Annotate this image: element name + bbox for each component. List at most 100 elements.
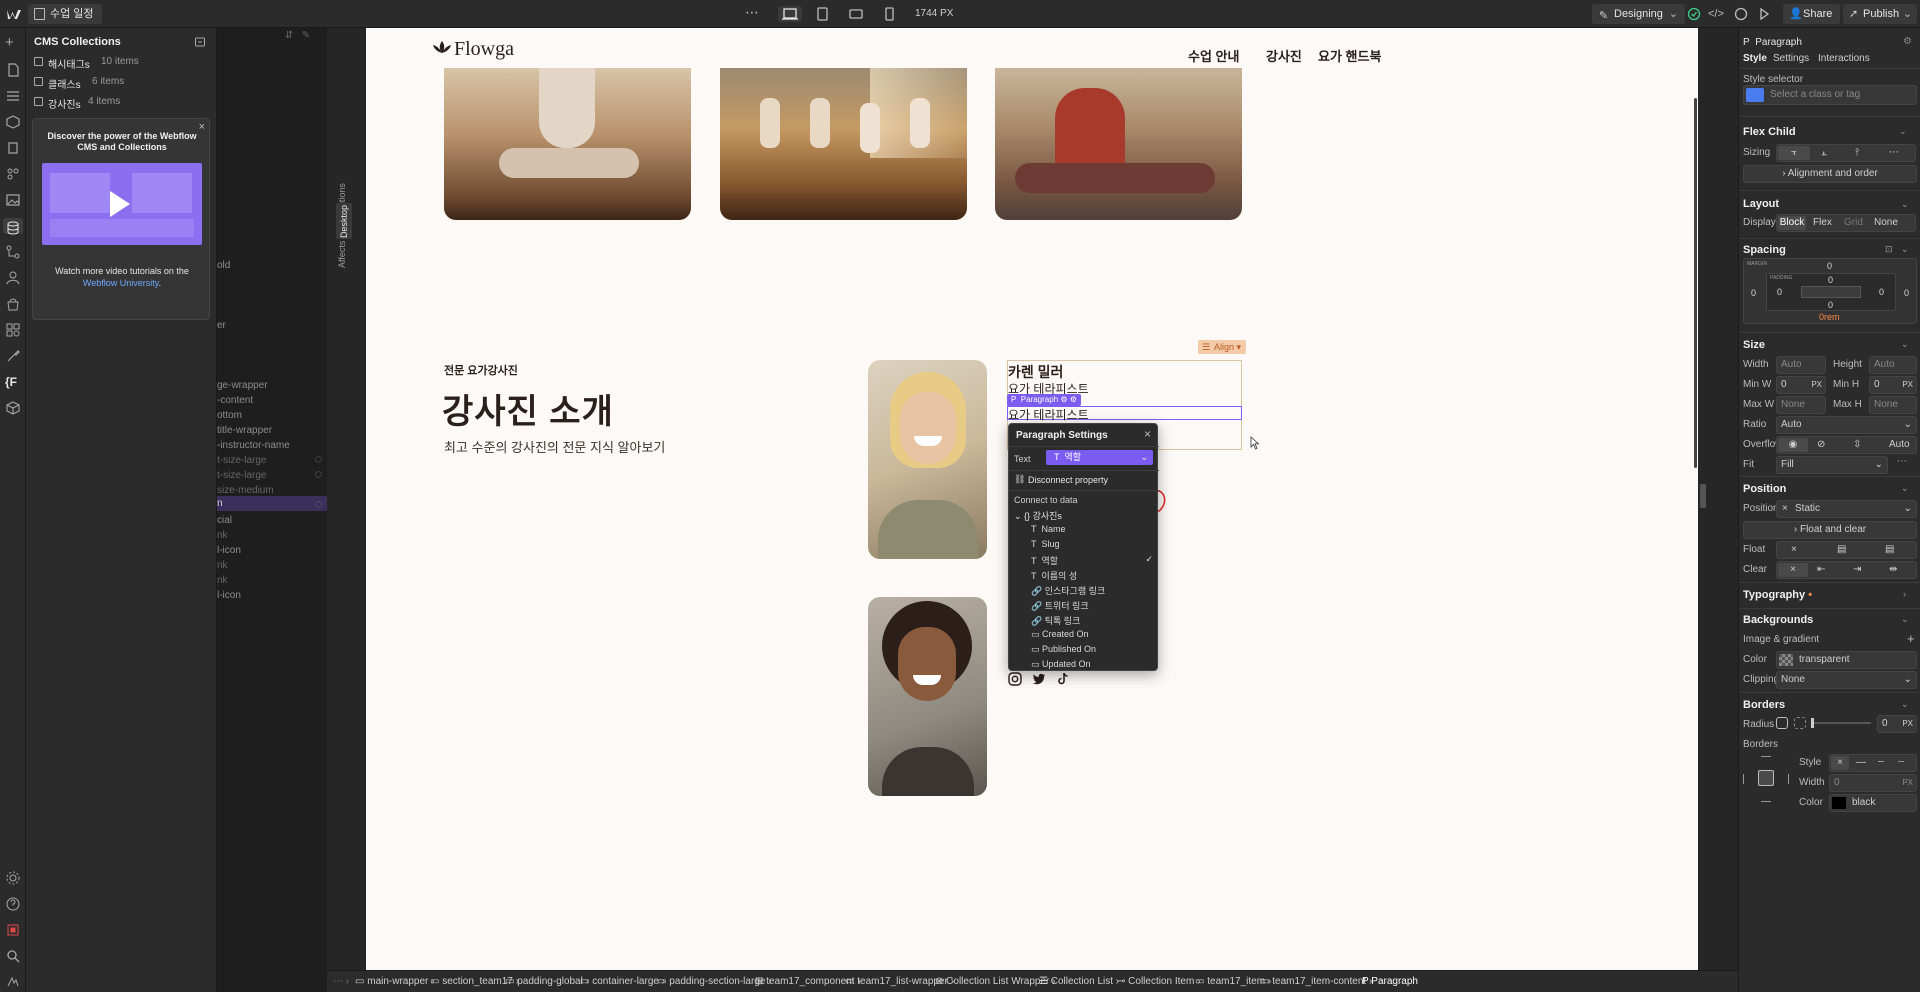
field-option[interactable]: ▭ Updated On: [1031, 659, 1091, 670]
navigator-node[interactable]: -content: [217, 395, 253, 406]
radius-slider[interactable]: [1811, 722, 1871, 724]
add-element-icon[interactable]: +: [5, 35, 21, 52]
display-flex[interactable]: Flex: [1813, 215, 1832, 231]
field-option[interactable]: 🔗 틱톡 링크: [1031, 614, 1080, 627]
field-option-selected[interactable]: T 역할 ✓: [1031, 554, 1153, 567]
site-logo[interactable]: Flowga: [454, 38, 514, 61]
position-select[interactable]: × Static ⌄: [1776, 500, 1917, 518]
border-right-icon[interactable]: [1779, 774, 1789, 784]
selected-element-tag[interactable]: P Paragraph ⚙ ⚙: [1007, 394, 1081, 406]
more-icon[interactable]: ⋯: [745, 5, 761, 22]
grow-icon[interactable]: ⫠: [1821, 145, 1827, 161]
float-segmented[interactable]: × ▤ ▤: [1776, 541, 1917, 559]
border-color-input[interactable]: black: [1829, 794, 1917, 812]
ratio-select[interactable]: Auto ⌄: [1776, 416, 1917, 434]
search-icon[interactable]: [5, 948, 21, 964]
collection-item[interactable]: 해시태그s 10 items: [26, 52, 217, 72]
padding-left[interactable]: 0: [1777, 287, 1782, 297]
navigator-node[interactable]: t-size-large: [217, 455, 266, 466]
record-icon[interactable]: [5, 922, 21, 938]
breadcrumb-item-current[interactable]: P Paragraph: [1362, 976, 1418, 987]
settings-gear-icon[interactable]: [5, 870, 21, 886]
add-icon[interactable]: +: [1907, 631, 1915, 646]
field-option[interactable]: ▭ Created On: [1031, 629, 1089, 640]
canvas-scrollbar[interactable]: [1694, 98, 1697, 468]
assets-icon[interactable]: [5, 192, 21, 208]
max-width-input[interactable]: None: [1776, 396, 1826, 414]
collection-item[interactable]: 클래스s 6 items: [26, 72, 217, 92]
class-selector-input[interactable]: Select a class or tag: [1743, 85, 1917, 105]
code-icon[interactable]: </>: [1708, 6, 1724, 22]
package-icon[interactable]: [5, 400, 21, 416]
chevron-down-icon[interactable]: ⌄: [1901, 339, 1909, 350]
spacing-link-icon[interactable]: ⊡: [1885, 244, 1893, 255]
chevron-down-icon[interactable]: ⌄: [1901, 199, 1909, 210]
breadcrumb-item[interactable]: ▭ padding-global ›: [505, 976, 589, 987]
nav-link-handbook[interactable]: 요가 핸드북: [1318, 46, 1381, 65]
field-option[interactable]: T Slug: [1031, 539, 1060, 549]
chevron-down-icon[interactable]: ⌄: [1901, 699, 1909, 710]
promo-video-thumbnail[interactable]: [42, 163, 202, 245]
border-width-input[interactable]: 0 PX: [1829, 774, 1917, 792]
navigator-node[interactable]: nk: [217, 560, 228, 571]
border-dashed-icon[interactable]: ┄: [1878, 755, 1884, 771]
audit-icon[interactable]: [5, 974, 21, 990]
flex-child-heading[interactable]: Flex Child: [1743, 126, 1796, 138]
typography-heading[interactable]: Typography •: [1743, 589, 1812, 601]
breadcrumb-item[interactable]: ▭ team17_item-content ›: [1260, 976, 1372, 987]
navigator-node[interactable]: size-medium: [217, 485, 274, 496]
navigator-node[interactable]: -instructor-name: [217, 440, 290, 451]
border-solid-icon[interactable]: —: [1856, 755, 1866, 771]
min-height-input[interactable]: 0 PX: [1869, 376, 1917, 394]
variables-icon[interactable]: [5, 140, 21, 156]
collection-tree-node[interactable]: ⌄ {} 강사진s: [1014, 509, 1062, 522]
mobile-portrait-icon[interactable]: [881, 6, 897, 22]
float-none-icon[interactable]: ×: [1791, 542, 1797, 558]
radius-slider-thumb[interactable]: [1811, 718, 1814, 728]
backgrounds-heading[interactable]: Backgrounds: [1743, 614, 1813, 626]
navigator-node[interactable]: old: [217, 260, 230, 271]
users-icon[interactable]: [5, 270, 21, 286]
instructor-photo-1[interactable]: [868, 360, 987, 559]
comment-icon[interactable]: [1733, 6, 1749, 22]
new-collection-icon[interactable]: [194, 36, 206, 48]
navigator-node[interactable]: t-size-large: [217, 470, 266, 481]
check-circle-icon[interactable]: [1686, 6, 1702, 22]
align-button[interactable]: ☰ Align ▾: [1198, 340, 1247, 354]
float-clear-button[interactable]: › Float and clear: [1743, 521, 1917, 539]
more-icon[interactable]: ⋯ ›: [333, 976, 349, 987]
chevron-down-icon[interactable]: ⌄: [1899, 126, 1907, 137]
fit-select[interactable]: Fill ⌄: [1776, 456, 1888, 474]
visible-eye-icon[interactable]: ◉: [1778, 438, 1808, 452]
webflow-logo-icon[interactable]: [6, 6, 22, 22]
instructor-photo-2[interactable]: [868, 597, 987, 796]
alignment-order-button[interactable]: › Alignment and order: [1743, 165, 1917, 183]
size-heading[interactable]: Size: [1743, 339, 1765, 351]
padding-top[interactable]: 0: [1828, 275, 1833, 285]
more-icon[interactable]: ⋯: [1889, 145, 1899, 161]
navigator-node[interactable]: er: [217, 320, 226, 331]
float-left-icon[interactable]: ▤: [1837, 542, 1846, 558]
brush-icon[interactable]: [5, 348, 21, 364]
border-all-icon[interactable]: [1758, 770, 1774, 786]
breadcrumb-item[interactable]: ⊜ Collection List Wrapper ›: [935, 976, 1055, 987]
margin-top[interactable]: 0: [1827, 261, 1832, 271]
clear-left-icon[interactable]: ⇤: [1817, 562, 1825, 578]
cms-icon[interactable]: [3, 218, 23, 235]
navigator-node[interactable]: ottom: [217, 410, 242, 421]
clear-none-icon[interactable]: ×: [1778, 563, 1808, 577]
spacing-heading[interactable]: Spacing: [1743, 244, 1786, 256]
pages-icon[interactable]: [5, 62, 21, 78]
apps-icon[interactable]: [5, 322, 21, 338]
nav-link-instructors[interactable]: 강사진: [1266, 46, 1302, 65]
border-style-segmented[interactable]: × — ┄ ┈: [1829, 754, 1917, 772]
display-segmented[interactable]: Block Flex Grid None: [1776, 214, 1916, 232]
overflow-segmented[interactable]: ◉ ⊘ ⇳ Auto: [1776, 436, 1917, 454]
max-height-input[interactable]: None: [1869, 396, 1917, 414]
tab-style[interactable]: Style: [1743, 53, 1767, 64]
logic-icon[interactable]: [5, 244, 21, 260]
mobile-landscape-icon[interactable]: [848, 6, 864, 22]
breadcrumb-item[interactable]: ▭ main-wrapper ›: [355, 976, 434, 987]
position-heading[interactable]: Position: [1743, 483, 1786, 495]
margin-left[interactable]: 0: [1751, 288, 1756, 298]
